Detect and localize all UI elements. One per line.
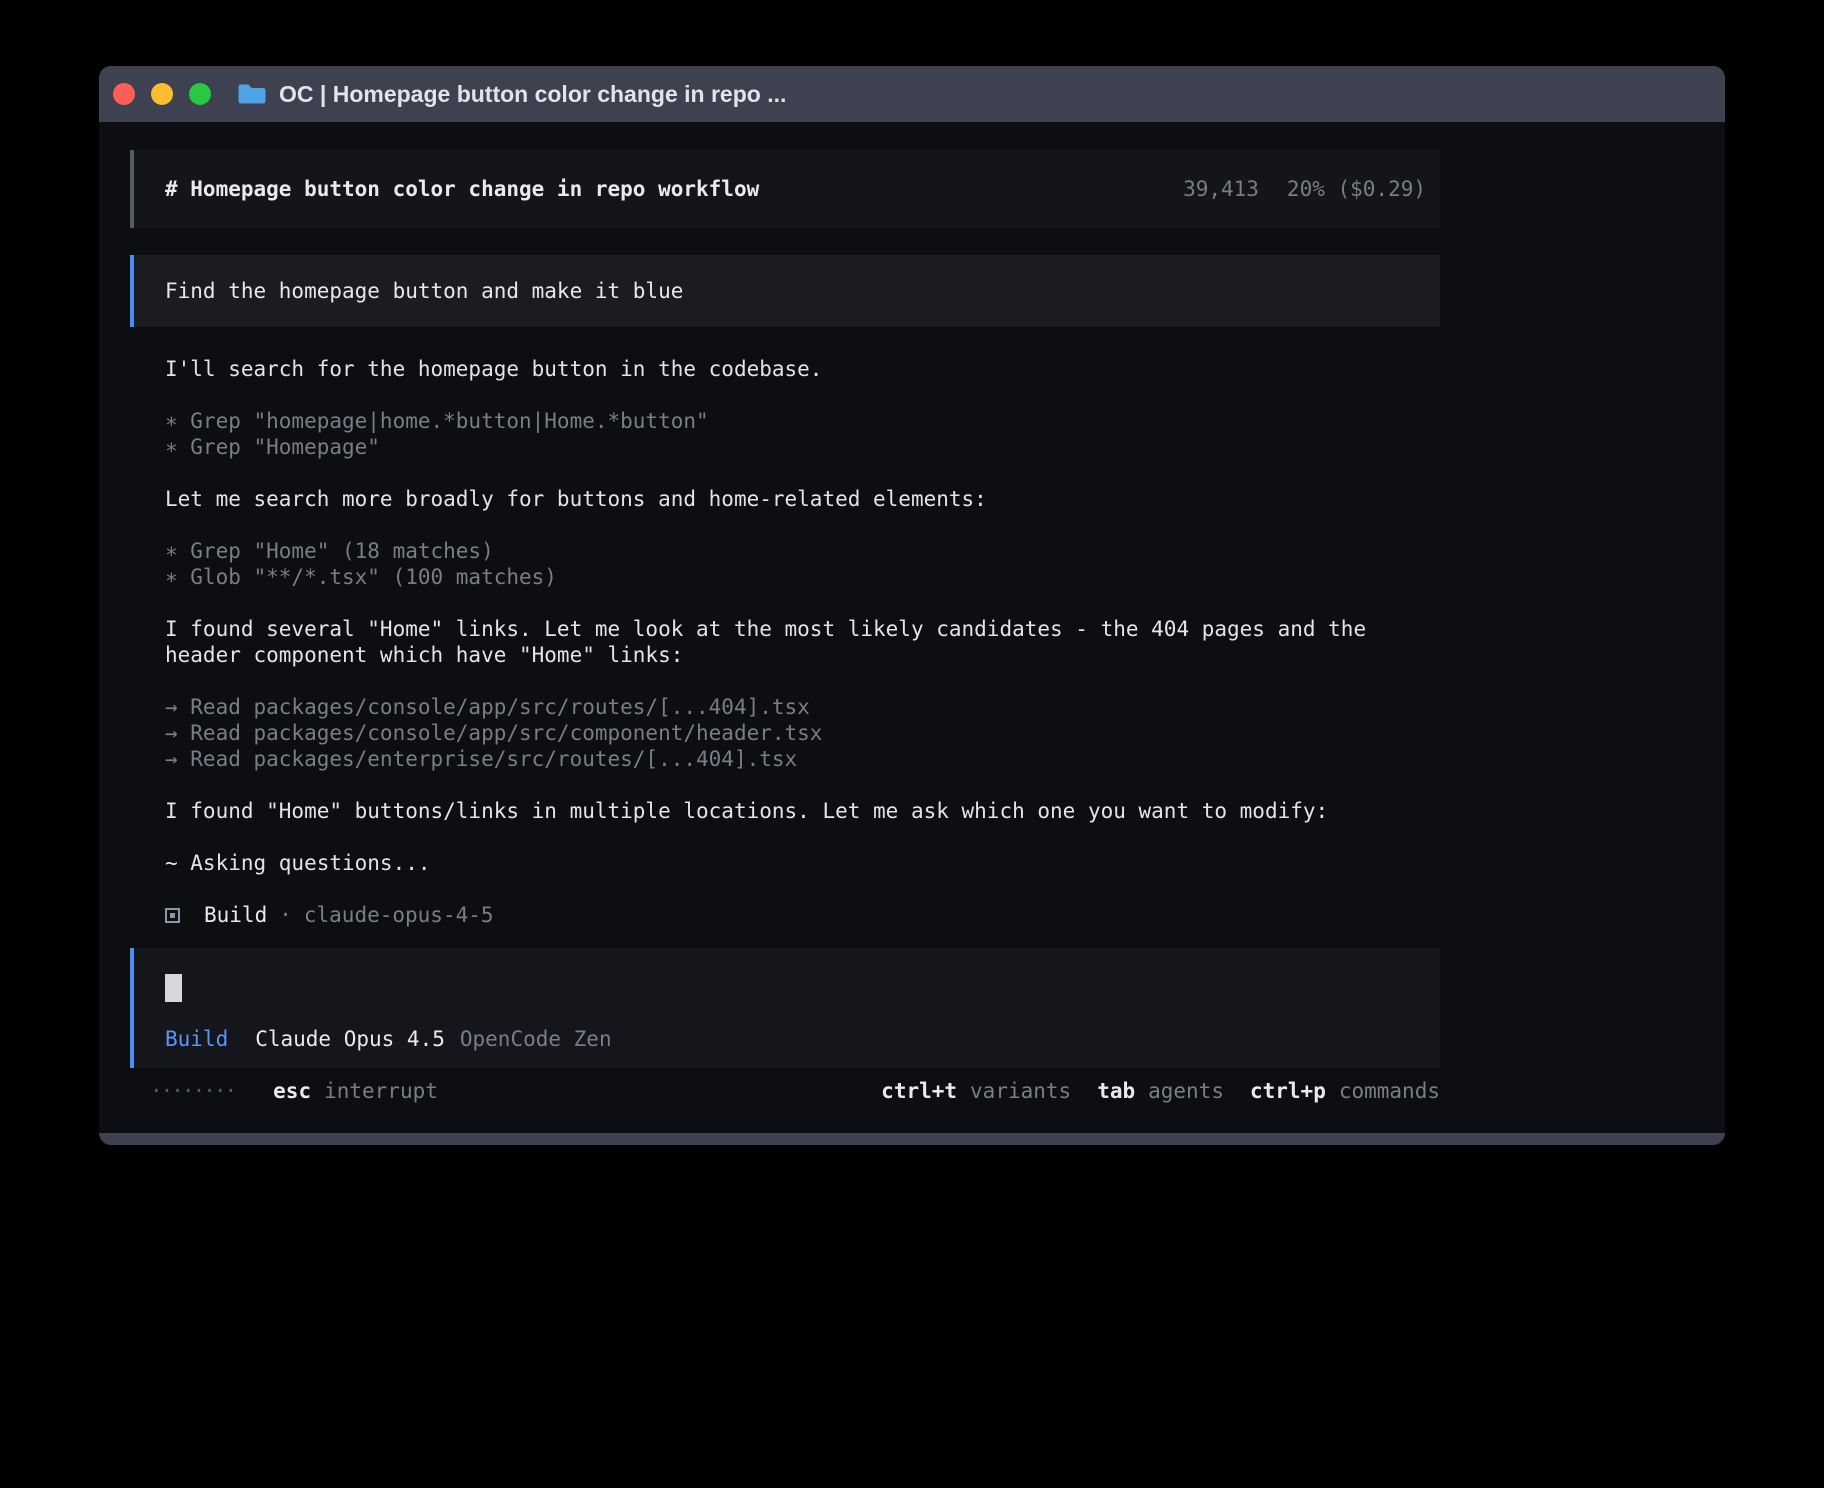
context-cost: 20% ($0.29)	[1287, 176, 1426, 202]
conversation: I'll search for the homepage button in t…	[130, 356, 1440, 928]
agent-icon	[165, 908, 180, 923]
session-title: # Homepage button color change in repo w…	[165, 176, 1183, 202]
esc-key: esc	[273, 1078, 311, 1104]
agent-separator: ·	[279, 902, 292, 928]
tool-call-read: → Read packages/console/app/src/componen…	[165, 720, 1440, 746]
token-count: 39,413	[1183, 176, 1259, 202]
ctrl-t-key: ctrl+t	[881, 1078, 957, 1104]
variants-label: variants	[970, 1078, 1071, 1104]
hint-variants: ctrl+t variants	[881, 1078, 1071, 1104]
assistant-status-text: ~ Asking questions...	[165, 850, 1435, 876]
terminal-window: OC | Homepage button color change in rep…	[99, 66, 1725, 1145]
assistant-text: I found "Home" buttons/links in multiple…	[165, 798, 1435, 824]
agent-name: Build	[204, 902, 267, 928]
minimize-button[interactable]	[151, 83, 173, 105]
status-bar: ········ esc interrupt ctrl+t variants t…	[130, 1078, 1440, 1104]
ctrl-p-key: ctrl+p	[1250, 1078, 1326, 1104]
user-message: Find the homepage button and make it blu…	[130, 255, 1440, 327]
input-model-label: Claude Opus 4.5	[255, 1026, 445, 1052]
assistant-text: I found several "Home" links. Let me loo…	[165, 616, 1435, 668]
hint-commands: ctrl+p commands	[1250, 1078, 1440, 1104]
session-header: # Homepage button color change in repo w…	[130, 150, 1440, 228]
tool-call-grep: ∗ Grep "homepage|home.*button|Home.*butt…	[165, 408, 1440, 434]
text-cursor	[165, 974, 182, 1002]
status-right: ctrl+t variants tab agents ctrl+p comman…	[881, 1078, 1440, 1104]
desktop: OC | Homepage button color change in rep…	[0, 0, 1824, 1488]
agents-label: agents	[1148, 1078, 1224, 1104]
progress-dots: ········	[150, 1078, 235, 1104]
window-title: OC | Homepage button color change in rep…	[279, 81, 786, 108]
input-meta: Build Claude Opus 4.5 OpenCode Zen	[165, 1026, 1440, 1052]
esc-label: interrupt	[324, 1078, 438, 1104]
tool-call-grep: ∗ Grep "Home" (18 matches)	[165, 538, 1440, 564]
user-message-text: Find the homepage button and make it blu…	[165, 278, 683, 304]
session-content: # Homepage button color change in repo w…	[130, 122, 1440, 1104]
prompt-input-area[interactable]: Build Claude Opus 4.5 OpenCode Zen	[130, 948, 1440, 1068]
tab-key: tab	[1097, 1078, 1135, 1104]
titlebar: OC | Homepage button color change in rep…	[99, 66, 1725, 122]
agent-status: Build · claude-opus-4-5	[165, 902, 1440, 928]
tool-call-read: → Read packages/enterprise/src/routes/[.…	[165, 746, 1440, 772]
maximize-button[interactable]	[189, 83, 211, 105]
assistant-text: Let me search more broadly for buttons a…	[165, 486, 1435, 512]
input-agent-label: Build	[165, 1026, 228, 1052]
input-provider-label: OpenCode Zen	[460, 1026, 612, 1052]
window-bottom-edge	[99, 1133, 1725, 1145]
tool-call-read: → Read packages/console/app/src/routes/[…	[165, 694, 1440, 720]
tool-call-glob: ∗ Glob "**/*.tsx" (100 matches)	[165, 564, 1440, 590]
status-left: ········ esc interrupt	[150, 1078, 438, 1104]
tool-call-grep: ∗ Grep "Homepage"	[165, 434, 1440, 460]
hint-agents: tab agents	[1097, 1078, 1224, 1104]
assistant-text: I'll search for the homepage button in t…	[165, 356, 1435, 382]
folder-icon	[237, 82, 267, 106]
session-stats: 39,413 20% ($0.29)	[1183, 176, 1426, 202]
close-button[interactable]	[113, 83, 135, 105]
commands-label: commands	[1339, 1078, 1440, 1104]
agent-model: claude-opus-4-5	[304, 902, 494, 928]
